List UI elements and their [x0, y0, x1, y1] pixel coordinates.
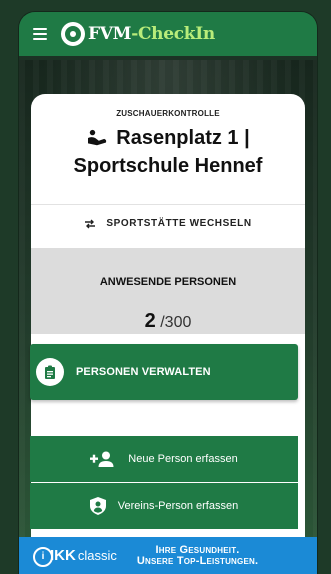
app-frame: FVM-CheckIn ZUSCHAUERKONTROLLE Rasenplat… — [19, 12, 317, 574]
switch-venue-label: SPORTSTÄTTE WECHSELN — [106, 218, 252, 229]
fvm-logo-icon — [61, 22, 85, 46]
app-title: FVM-CheckIn — [88, 24, 215, 44]
account-shield-icon — [89, 497, 106, 515]
ikk-logo-classic: classic — [77, 548, 117, 563]
switch-venue-button[interactable]: SPORTSTÄTTE WECHSELN — [31, 218, 305, 229]
counter-value: 2 /300 — [31, 310, 305, 333]
hamburger-icon[interactable] — [33, 28, 47, 40]
card-eyebrow: ZUSCHAUERKONTROLLE — [116, 109, 220, 118]
brand-fvm: FVM — [88, 24, 132, 44]
venue-title: Rasenplatz 1 | Sportschule Hennef — [31, 124, 305, 180]
brand-checkin: -CheckIn — [131, 24, 215, 44]
club-person-button[interactable]: Vereins-Person erfassen — [30, 483, 298, 529]
stadium-seat-icon — [88, 129, 107, 146]
swap-arrows-icon — [85, 219, 96, 228]
club-person-label: Vereins-Person erfassen — [117, 500, 239, 512]
counter-max: /300 — [160, 314, 192, 331]
new-person-label: Neue Person erfassen — [128, 453, 238, 465]
counter-current: 2 — [144, 310, 156, 332]
venue-title-line2: Sportschule Hennef — [73, 155, 263, 177]
sponsor-banner[interactable]: i IKK classic Ihre Gesundheit. Unsere To… — [19, 537, 317, 574]
new-person-button[interactable]: Neue Person erfassen — [30, 436, 298, 482]
clipboard-icon — [36, 358, 64, 386]
attendance-counter: ANWESENDE PERSONEN 2 /300 — [31, 248, 305, 334]
manage-persons-button[interactable]: PERSONEN VERWALTEN — [30, 344, 298, 400]
sponsor-slogan: Ihre Gesundheit. Unsere Top-Leistungen. — [136, 543, 259, 567]
divider — [31, 204, 305, 205]
counter-label: ANWESENDE PERSONEN — [99, 276, 237, 288]
ikk-logo-text: IKK — [50, 547, 76, 564]
person-add-icon — [90, 451, 114, 467]
slogan-line2: Unsere Top-Leistungen. — [136, 554, 259, 567]
manage-persons-label: PERSONEN VERWALTEN — [76, 366, 211, 378]
slogan-line1: Ihre Gesundheit. — [155, 543, 240, 556]
app-bar: FVM-CheckIn — [19, 12, 317, 56]
venue-title-line1: Rasenplatz 1 | — [116, 127, 250, 149]
ikk-classic-logo: i IKK classic — [33, 546, 117, 567]
ikk-logo-mark: i — [33, 546, 53, 567]
